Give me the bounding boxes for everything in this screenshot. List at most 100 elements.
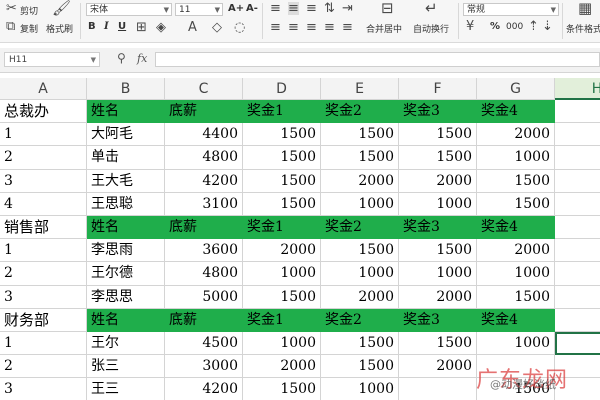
table-cell[interactable]: 1500 [243,146,321,170]
table-cell[interactable]: 3600 [165,239,243,263]
header-cell[interactable]: 底薪 [165,100,243,124]
table-cell[interactable] [555,262,600,286]
table-cell[interactable]: 1000 [243,262,321,286]
selected-cell[interactable] [555,332,600,356]
table-cell[interactable]: 2000 [477,123,555,147]
table-cell[interactable]: 1000 [321,192,399,216]
header-cell[interactable]: 姓名 [87,308,165,332]
table-cell[interactable]: 王三 [87,378,165,400]
column-header-e[interactable]: E [321,78,399,100]
table-cell[interactable]: 单击 [87,146,165,170]
font-name-select[interactable]: 宋体 ▼ [86,3,172,16]
table-cell[interactable]: 1500 [399,239,477,263]
cut-button[interactable]: 剪切 [20,4,38,17]
wrap-text-button[interactable]: 自动换行 [413,22,449,35]
table-cell[interactable] [555,170,600,193]
table-cell[interactable] [555,355,600,379]
align-left-icon[interactable]: ≡ [270,21,281,34]
header-cell[interactable] [555,216,600,240]
header-cell[interactable]: 奖金1 [243,100,321,124]
header-cell[interactable]: 奖金3 [399,308,477,332]
header-cell[interactable]: 奖金4 [477,100,555,124]
table-cell[interactable] [555,378,600,400]
orientation-icon[interactable]: ⇅ [324,2,335,15]
header-cell[interactable]: 奖金3 [399,100,477,124]
table-cell[interactable]: 1000 [477,262,555,286]
header-cell[interactable]: 奖金1 [243,308,321,332]
header-cell[interactable]: 奖金4 [477,308,555,332]
table-cell[interactable]: 李思雨 [87,239,165,263]
column-header-d[interactable]: D [243,78,321,100]
name-box[interactable]: H11 ▼ [4,52,100,67]
table-cell[interactable]: 1500 [243,285,321,309]
table-cell[interactable]: 1000 [321,262,399,286]
column-header-b[interactable]: B [87,78,165,100]
distributed-icon[interactable]: ≡ [342,21,353,34]
header-cell[interactable]: 底薪 [165,308,243,332]
copy-icon[interactable]: ⧉ [6,20,15,33]
underline-button[interactable]: U [118,21,126,32]
table-cell[interactable]: 2000 [321,285,399,309]
table-cell[interactable] [555,123,600,147]
table-cell[interactable]: 1500 [243,123,321,147]
align-center-icon[interactable]: ≡ [288,21,299,34]
table-cell[interactable]: 4200 [165,378,243,400]
table-cell[interactable]: 3 [0,378,87,400]
header-cell[interactable]: 奖金3 [399,216,477,240]
table-cell[interactable]: 1500 [243,169,321,193]
table-cell[interactable]: 2000 [321,169,399,193]
table-cell[interactable]: 1000 [477,332,555,356]
bold-button[interactable]: B [88,21,96,32]
border-icon[interactable]: ⊞ [136,21,147,34]
table-cell[interactable]: 1500 [321,146,399,170]
increase-decimal-icon[interactable]: ⇡ [528,20,539,33]
table-cell[interactable]: 2000 [243,355,321,379]
formula-input[interactable] [155,52,600,67]
table-cell[interactable]: 2000 [399,355,477,379]
table-cell[interactable]: 1500 [477,169,555,193]
conditional-format-button[interactable]: 条件格式 [566,22,600,35]
italic-button[interactable]: I [104,21,109,32]
table-cell[interactable]: 张三 [87,355,165,379]
thousands-button[interactable]: 000 [506,22,523,32]
column-header-c[interactable]: C [165,78,243,100]
table-cell[interactable]: 3100 [165,192,243,216]
table-cell[interactable]: 1500 [321,123,399,147]
table-cell[interactable]: 2 [0,146,87,170]
table-cell[interactable]: 大阿毛 [87,123,165,147]
table-cell[interactable]: 5000 [165,285,243,309]
fill-color-icon[interactable]: ◈ [156,21,166,34]
font-grow-button[interactable]: A+ [228,3,244,14]
table-cell[interactable]: 1 [0,123,87,147]
column-header-h[interactable]: H [555,78,600,100]
table-cell[interactable]: 4 [0,192,87,216]
clear-format-icon[interactable]: ◇ [212,21,222,34]
table-cell[interactable]: 李思思 [87,285,165,309]
conditional-format-icon[interactable]: ▦ [578,1,592,16]
header-cell[interactable]: 姓名 [87,216,165,240]
percent-button[interactable]: % [490,21,500,32]
table-cell[interactable]: 3000 [165,355,243,379]
format-painter-icon[interactable]: 🖌 [52,1,71,16]
section-label[interactable]: 销售部 [0,216,87,240]
table-cell[interactable]: 4500 [165,332,243,356]
header-cell[interactable]: 奖金4 [477,216,555,240]
table-cell[interactable]: 3 [0,169,87,193]
table-cell[interactable]: 1000 [243,332,321,356]
indent-icon[interactable]: ⇥ [342,2,353,15]
header-cell[interactable]: 姓名 [87,100,165,124]
header-cell[interactable]: 奖金2 [321,308,399,332]
table-cell[interactable]: 2 [0,355,87,379]
header-cell[interactable]: 奖金1 [243,216,321,240]
font-shrink-button[interactable]: A- [246,3,258,14]
table-cell[interactable] [555,146,600,170]
section-label[interactable]: 总裁办 [0,100,87,124]
table-cell[interactable]: 2000 [243,239,321,263]
cut-icon[interactable]: ✂ [6,2,17,15]
table-cell[interactable] [477,355,555,379]
table-cell[interactable]: 2000 [477,239,555,263]
currency-icon[interactable]: ¥ [466,20,474,33]
wrap-text-icon[interactable]: ↵ [425,1,438,16]
column-header-f[interactable]: F [399,78,477,100]
table-cell[interactable] [555,239,600,263]
